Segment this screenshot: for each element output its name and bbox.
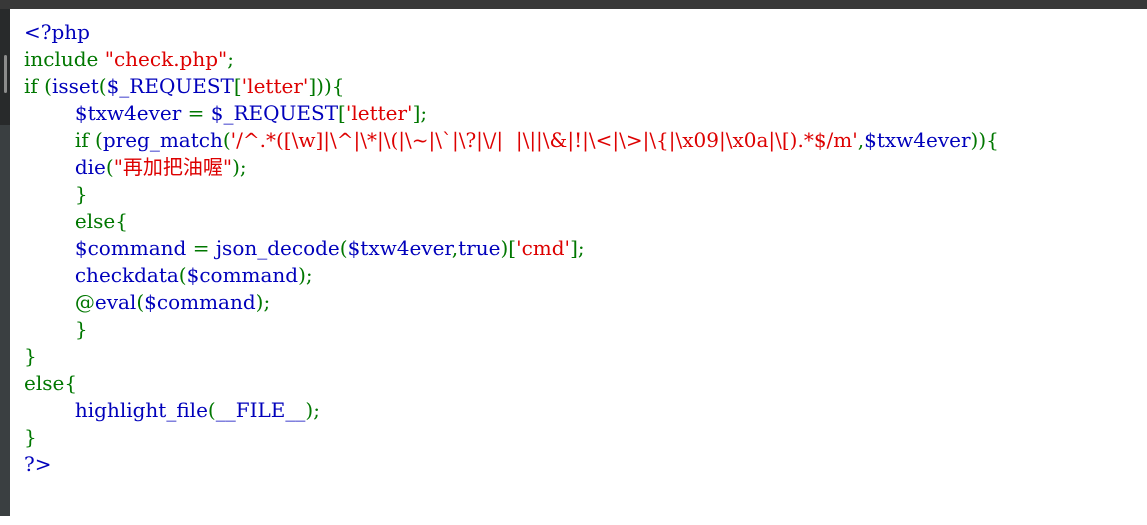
token-string: 'letter' — [345, 101, 413, 125]
token-default: $txw4ever — [347, 236, 452, 260]
token-default: $command — [186, 263, 299, 287]
token-keyword: if — [74, 128, 96, 152]
token-default: isset — [51, 74, 99, 98]
token-string: 'letter' — [241, 74, 309, 98]
token-string: 再加把油喔 — [122, 155, 223, 179]
token-keyword: } — [74, 317, 88, 341]
code-line: $command = json_decode($txw4ever,true)['… — [24, 236, 585, 260]
token-keyword: ]; — [570, 236, 585, 260]
code-line: } — [24, 317, 88, 341]
code-line: ?> — [24, 452, 51, 476]
token-keyword: ]; — [412, 101, 428, 125]
code-line: else{ — [24, 209, 128, 233]
token-keyword: } — [24, 344, 37, 368]
token-string: "check.php" — [104, 47, 228, 71]
token-default: $_REQUEST — [210, 101, 339, 125]
token-default: $_REQUEST — [106, 74, 234, 98]
token-keyword: ( — [44, 74, 52, 98]
code-line: $txw4ever = $_REQUEST['letter']; — [24, 101, 427, 125]
token-keyword: } — [74, 182, 88, 206]
code-line: } — [24, 425, 37, 449]
token-default: $command — [144, 290, 256, 314]
vertical-scrollbar-thumb[interactable] — [4, 55, 7, 93]
token-keyword: ( — [178, 263, 187, 287]
token-keyword: ); — [232, 155, 247, 179]
token-keyword: ; — [227, 47, 234, 71]
code-line: if (preg_match('/^.*([\w]|\^|\*|\(|\~|\`… — [24, 128, 999, 152]
token-default: $command — [74, 236, 193, 260]
token-default: $txw4ever — [864, 128, 971, 152]
token-keyword: ( — [98, 74, 107, 98]
token-keyword: )[ — [500, 236, 517, 260]
token-default: ?> — [24, 452, 52, 476]
token-string: " — [113, 155, 123, 179]
token-default: eval — [94, 290, 137, 314]
code-line: } — [24, 182, 88, 206]
code-line: if (isset($_REQUEST['letter'])){ — [24, 74, 345, 98]
token-keyword: [ — [338, 101, 346, 125]
token-default: die — [74, 155, 106, 179]
token-keyword: include — [24, 47, 105, 71]
token-default: <?php — [24, 20, 90, 44]
token-keyword: } — [24, 425, 37, 449]
token-default: checkdata — [74, 263, 179, 287]
token-default: preg_match — [102, 128, 223, 152]
token-keyword: if — [24, 74, 45, 98]
token-keyword: ( — [136, 290, 145, 314]
token-keyword: ( — [222, 128, 231, 152]
code-line: die("再加把油喔"); — [24, 155, 247, 179]
token-default: $txw4ever — [74, 101, 188, 125]
code-line: @eval($command); — [24, 290, 270, 314]
token-keyword: @ — [74, 290, 95, 314]
token-keyword: )){ — [970, 128, 999, 152]
token-keyword: ( — [339, 236, 348, 260]
token-keyword: else{ — [24, 371, 78, 395]
token-keyword: ); — [298, 263, 313, 287]
token-keyword: ); — [305, 398, 320, 422]
code-line: } — [24, 344, 37, 368]
token-keyword: ])){ — [308, 74, 345, 98]
token-string: 'cmd' — [516, 236, 571, 260]
code-line: else{ — [24, 371, 77, 395]
code-line: checkdata($command); — [24, 263, 313, 287]
token-keyword: ); — [255, 290, 271, 314]
token-keyword: ( — [95, 128, 103, 152]
token-keyword: else{ — [74, 209, 128, 233]
token-keyword: = — [187, 101, 211, 125]
token-keyword: = — [192, 236, 216, 260]
code-surface: <?php include "check.php"; if (isset($_R… — [10, 9, 1147, 525]
code-line: include "check.php"; — [24, 47, 234, 71]
token-string: " — [222, 155, 233, 179]
token-keyword: ( — [207, 398, 216, 422]
php-source-code-block: <?php include "check.php"; if (isset($_R… — [10, 9, 1147, 478]
token-keyword: [ — [233, 74, 242, 98]
token-string: '/^.*([\w]|\^|\*|\(|\~|\`|\?|\/| |\||\&|… — [230, 128, 858, 152]
token-keyword: ( — [105, 155, 114, 179]
browser-top-bar — [0, 0, 1147, 9]
token-default: true — [458, 236, 501, 260]
token-default: json_decode — [215, 236, 340, 260]
code-line: highlight_file(__FILE__); — [24, 398, 320, 422]
token-default: highlight_file — [74, 398, 208, 422]
code-line: <?php — [24, 20, 90, 44]
token-default: __FILE__ — [215, 398, 306, 422]
